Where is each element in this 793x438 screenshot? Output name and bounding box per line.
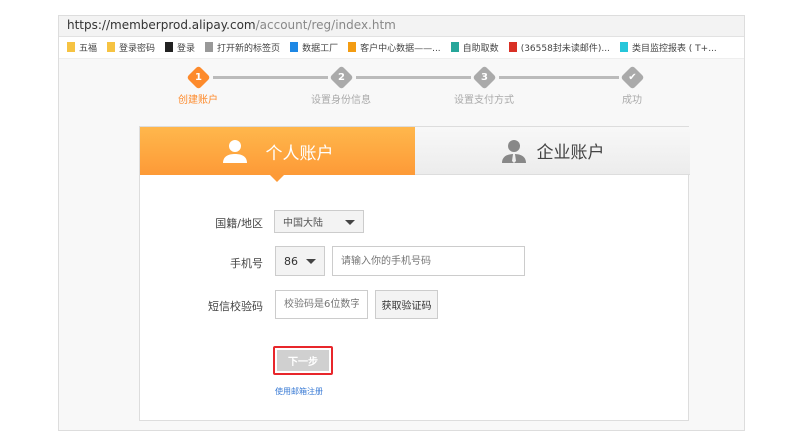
step-number: 3 — [481, 72, 488, 83]
url-host: https://memberprod.alipay.com — [67, 18, 256, 32]
tab-label: 企业账户 — [536, 143, 605, 163]
folder-icon — [107, 42, 116, 52]
step-label: 成功 — [622, 95, 642, 106]
address-bar[interactable]: https://memberprod.alipay.com/account/re… — [59, 16, 744, 37]
step-number: 2 — [338, 72, 345, 83]
chart-icon — [348, 42, 357, 52]
step-marker: 3 — [472, 65, 497, 90]
person-icon — [222, 140, 247, 163]
chevron-down-icon — [306, 259, 316, 264]
step-number: 1 — [195, 72, 202, 83]
region-value: 中国大陆 — [283, 218, 323, 229]
next-highlight: 下一步 — [273, 346, 333, 375]
registration-card: 个人账户 企业账户 国籍/地区 中国大陆 手机号 86 短信校验码 获取验证码 … — [139, 126, 690, 421]
bookmark-label: 数据工厂 — [302, 44, 339, 54]
gmail-icon — [508, 42, 517, 52]
phone-label: 手机号 — [230, 257, 263, 270]
next-button[interactable]: 下一步 — [277, 350, 329, 371]
step-marker: 2 — [329, 65, 354, 90]
bookmark-label: 登录 — [177, 44, 196, 54]
progress-steps: 1 创建账户 2 设置身份信息 3 设置支付方式 ✔ 成功 — [59, 65, 744, 111]
step-label: 设置身份信息 — [311, 95, 371, 106]
step-marker: ✔ — [620, 65, 645, 90]
tab-label: 个人账户 — [265, 143, 334, 164]
country-code-value: 86 — [284, 254, 298, 268]
step-number: ✔ — [628, 72, 637, 83]
step-connector — [499, 76, 619, 79]
region-select[interactable]: 中国大陆 — [274, 210, 364, 233]
tab-personal-account[interactable]: 个人账户 — [140, 127, 415, 182]
browser-window: https://memberprod.alipay.com/account/re… — [58, 15, 745, 431]
folder-icon — [67, 42, 75, 52]
country-code-select[interactable]: 86 — [275, 246, 325, 276]
step-label: 创建账户 — [178, 95, 218, 106]
bookmark-label: 五福 — [79, 44, 98, 54]
bookmark-item[interactable]: 自助取数 — [450, 41, 499, 54]
business-person-icon — [501, 139, 526, 163]
cloud-icon — [290, 42, 299, 52]
bookmark-item[interactable]: (36558封未读邮件)... — [508, 41, 610, 54]
drop-icon — [619, 42, 628, 52]
bookmark-label: 登录密码 — [119, 44, 156, 54]
bookmark-label: 自助取数 — [462, 44, 499, 54]
bookmark-label: 打开新的标签页 — [217, 44, 281, 54]
bookmark-item[interactable]: 类目监控报表 ( T+... — [619, 41, 717, 54]
chevron-down-icon — [345, 219, 355, 225]
bookmark-item[interactable]: 打开新的标签页 — [205, 41, 280, 54]
sms-label: 短信校验码 — [208, 300, 263, 313]
email-register-link[interactable]: 使用邮箱注册 — [275, 386, 323, 397]
bookmark-item[interactable]: 五福 — [67, 41, 97, 54]
page-icon — [205, 42, 214, 52]
step-marker: 1 — [186, 65, 211, 90]
bookmark-item[interactable]: 登录密码 — [107, 41, 155, 54]
phone-input[interactable] — [332, 246, 525, 276]
sms-code-input[interactable] — [275, 290, 368, 319]
step-connector — [356, 76, 471, 79]
bookmark-item[interactable]: 数据工厂 — [290, 41, 338, 54]
get-code-button[interactable]: 获取验证码 — [375, 290, 438, 319]
url-path: /account/reg/index.htm — [255, 18, 396, 32]
region-label: 国籍/地区 — [215, 217, 263, 230]
step-connector — [213, 76, 328, 79]
bookmark-label: (36558封未读邮件)... — [520, 44, 610, 54]
bookmark-item[interactable]: 客户中心数据——... — [348, 41, 441, 54]
bookmarks-bar: 五福 登录密码 登录 打开新的标签页 数据工厂 客户中心数据——... 自助取数 (36558… — [59, 37, 744, 59]
bookmark-item[interactable]: 登录 — [165, 41, 195, 54]
app-icon — [450, 42, 459, 52]
bookmark-label: 类目监控报表 ( T+... — [631, 44, 717, 54]
bird-icon — [165, 42, 174, 52]
tab-business-account[interactable]: 企业账户 — [415, 127, 690, 175]
bookmark-label: 客户中心数据——... — [360, 44, 441, 54]
step-label: 设置支付方式 — [454, 95, 514, 106]
